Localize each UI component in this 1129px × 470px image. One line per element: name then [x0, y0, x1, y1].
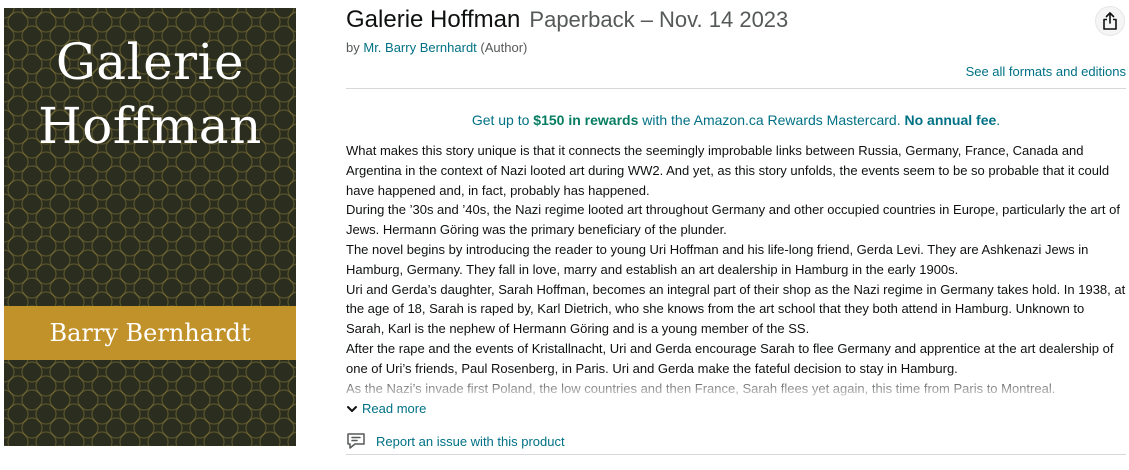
- book-cover-image[interactable]: Galerie Hoffman Barry Bernhardt: [4, 8, 296, 446]
- see-all-formats-link[interactable]: See all formats and editions: [966, 64, 1126, 79]
- cover-author: Barry Bernhardt: [49, 319, 251, 347]
- promo-amount: $150 in rewards: [533, 112, 639, 128]
- cover-title-line2: Hoffman: [38, 97, 262, 155]
- promo-suffix: .: [996, 112, 1001, 128]
- byline-prefix: by: [346, 40, 360, 55]
- divider: [346, 454, 1126, 455]
- description-paragraph: As the Nazi’s invade first Poland, the l…: [346, 380, 1056, 396]
- cover-title: Galerie Hoffman: [4, 30, 296, 158]
- report-issue-label: Report an issue with this product: [376, 433, 565, 449]
- comment-flag-icon: [347, 433, 365, 449]
- rewards-promo-banner[interactable]: Get up to $150 in rewards with the Amazo…: [346, 112, 1126, 128]
- read-more-link[interactable]: Read more: [346, 401, 426, 416]
- description-paragraph: The novel begins by introducing the read…: [346, 241, 1089, 277]
- description-paragraph: After the rape and the events of Kristal…: [346, 340, 1114, 376]
- byline: by Mr. Barry Bernhardt (Author): [346, 40, 527, 55]
- book-description: What makes this story unique is that it …: [346, 141, 1126, 397]
- product-title-row: Galerie Hoffman Paperback – Nov. 14 2023: [346, 6, 788, 34]
- cover-title-line1: Galerie: [55, 33, 245, 91]
- promo-middle: with the Amazon.ca Rewards Mastercard.: [642, 112, 901, 128]
- product-title: Galerie Hoffman: [346, 6, 521, 33]
- product-format-date: Paperback – Nov. 14 2023: [529, 7, 789, 32]
- read-more-label: Read more: [362, 401, 427, 416]
- share-icon: [1103, 12, 1117, 30]
- promo-prefix: Get up to: [471, 112, 530, 128]
- promo-fee: No annual fee: [904, 112, 997, 128]
- share-button[interactable]: [1095, 6, 1125, 36]
- author-role: (Author): [480, 40, 528, 55]
- author-link[interactable]: Mr. Barry Bernhardt: [363, 40, 476, 55]
- cover-author-band: Barry Bernhardt: [4, 306, 296, 360]
- report-issue-link[interactable]: Report an issue with this product: [346, 432, 565, 450]
- description-paragraph: During the ’30s and ’40s, the Nazi regim…: [346, 202, 1120, 238]
- description-paragraph: Uri and Gerda’s daughter, Sarah Hoffman,…: [346, 281, 1126, 337]
- divider: [346, 88, 1126, 89]
- product-page: Galerie Hoffman Barry Bernhardt Galerie …: [0, 0, 1129, 470]
- description-paragraph: What makes this story unique is that it …: [346, 143, 1110, 198]
- chevron-down-icon: [347, 405, 357, 412]
